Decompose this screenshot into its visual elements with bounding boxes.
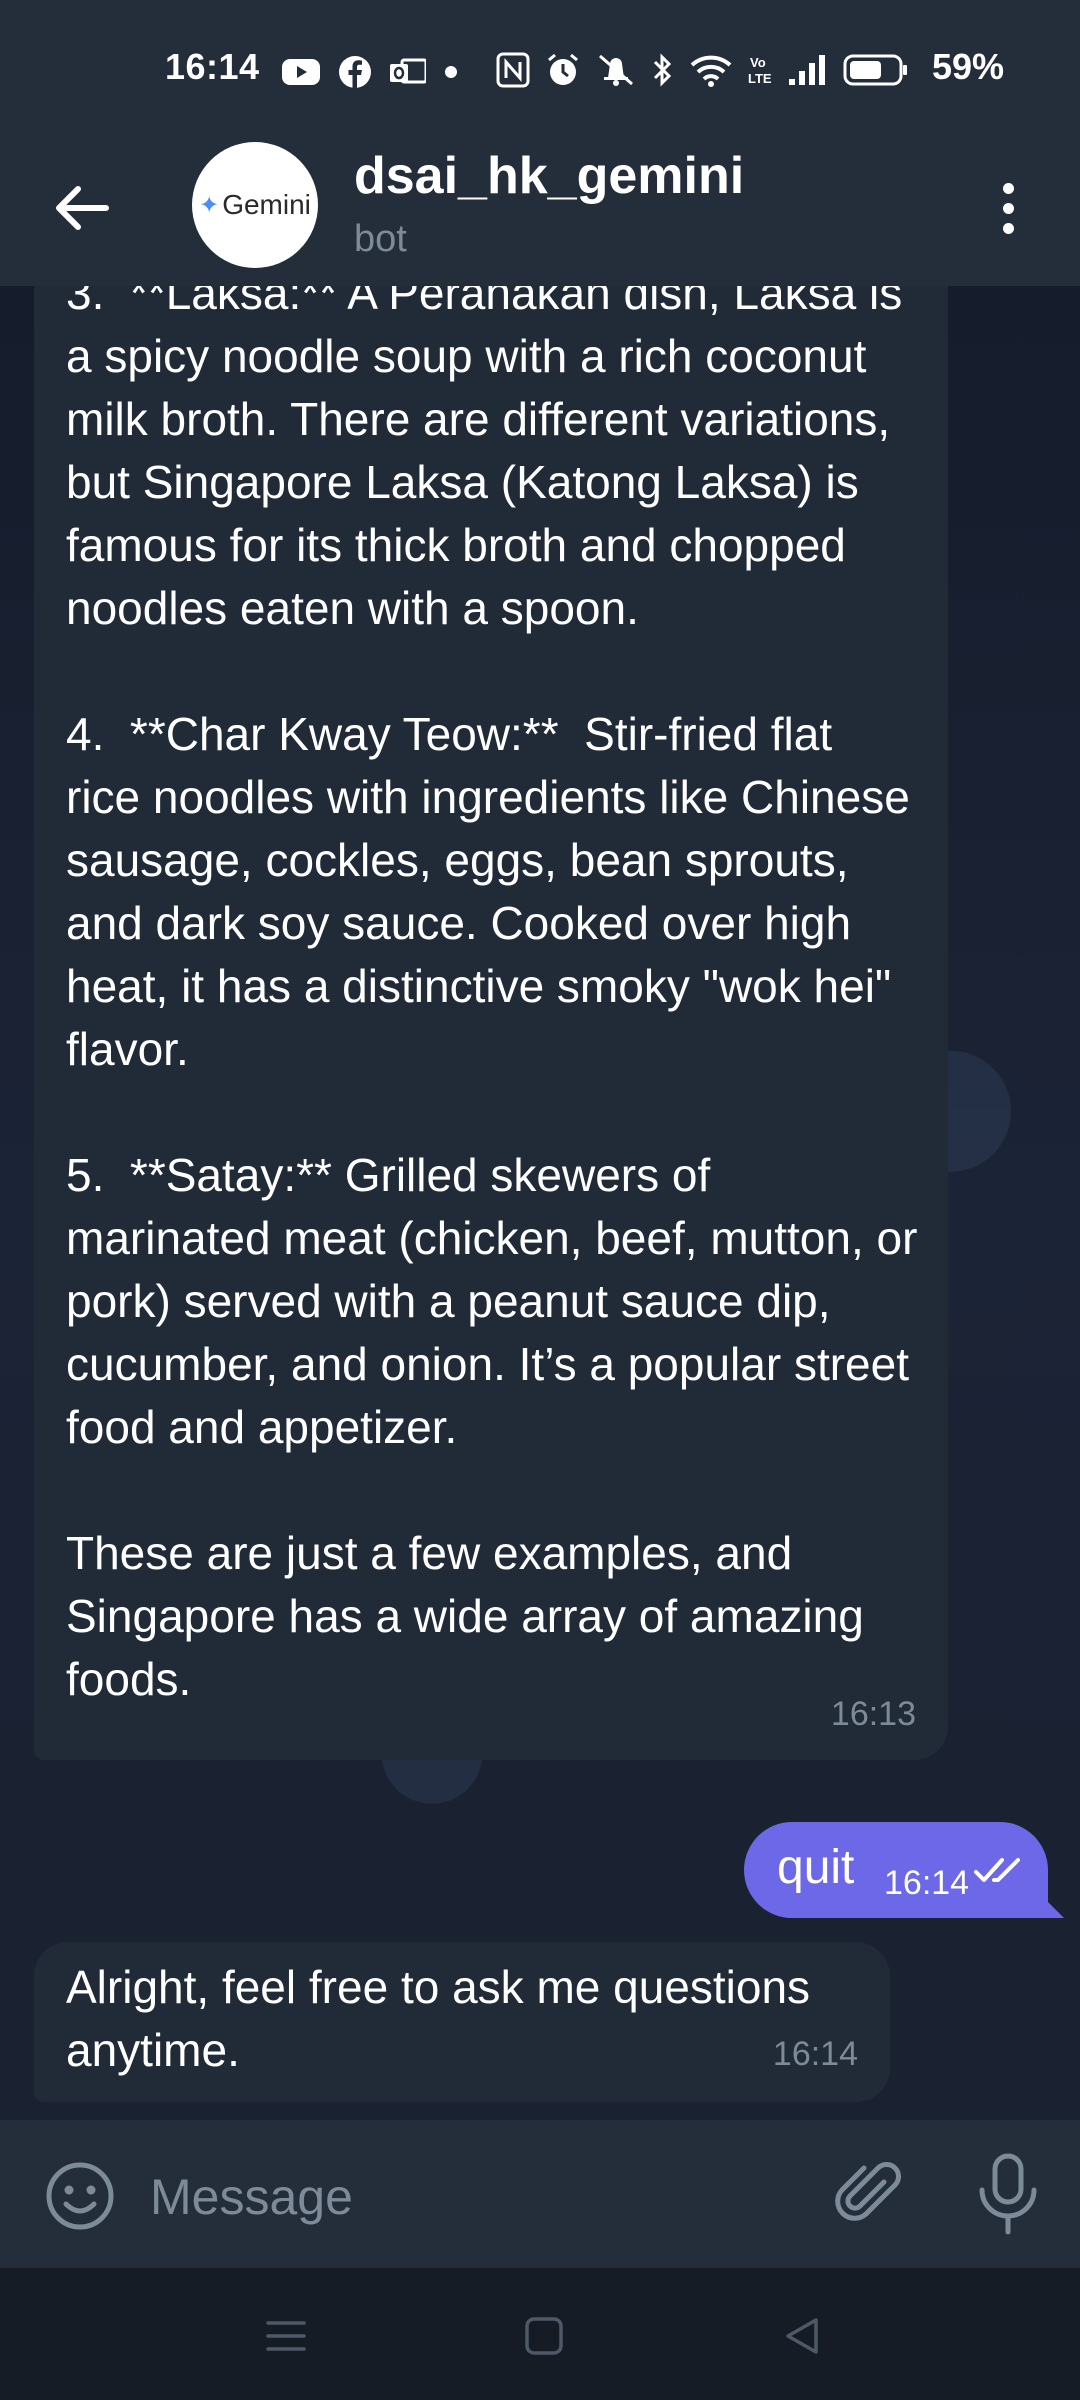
paperclip-icon xyxy=(835,2162,901,2221)
chat-header: ✦ Gemini dsai_hk_gemini bot xyxy=(0,142,1080,286)
message-time: 16:14 xyxy=(884,1864,970,1902)
square-icon xyxy=(525,2317,563,2355)
avatar[interactable]: ✦ Gemini xyxy=(192,142,318,268)
svg-text:Vo: Vo xyxy=(750,55,766,70)
signal-icon xyxy=(789,55,825,85)
system-icons: Vo LTE xyxy=(496,50,909,90)
chat-title[interactable]: dsai_hk_gemini xyxy=(354,146,744,206)
more-dot-icon xyxy=(1002,182,1014,194)
more-dot-icon xyxy=(1002,222,1014,234)
vibrate-icon xyxy=(599,54,633,86)
message-input[interactable] xyxy=(148,2156,792,2238)
navigation-bar xyxy=(0,2268,1080,2400)
battery-icon xyxy=(843,54,907,86)
double-check-icon xyxy=(974,1858,1020,1882)
alarm-icon xyxy=(548,53,578,85)
nfc-icon xyxy=(496,52,530,88)
wifi-icon xyxy=(690,55,732,87)
more-options-button[interactable] xyxy=(980,168,1036,248)
bluetooth-icon xyxy=(653,53,672,87)
microphone-button[interactable] xyxy=(970,2152,1046,2236)
message-text: quit xyxy=(777,1841,855,1894)
avatar-label: Gemini xyxy=(222,189,311,220)
message-outgoing[interactable]: quit 16:14 xyxy=(744,1822,1048,1918)
more-dot-icon xyxy=(1002,202,1014,214)
message-paragraph: These are just a few examples, and Singa… xyxy=(66,1527,877,1705)
outlook-icon xyxy=(390,58,426,84)
message-paragraph: 3. **Laksa:** A Peranakan dish, Laksa is… xyxy=(66,286,915,634)
message-time: 16:13 xyxy=(830,1695,916,1733)
gemini-star-icon: ✦ xyxy=(199,191,220,219)
attach-button[interactable] xyxy=(832,2156,908,2232)
chat-area[interactable]: 3. **Laksa:** A Peranakan dish, Laksa is… xyxy=(0,286,1080,2120)
facebook-icon xyxy=(339,56,371,88)
arrow-left-icon xyxy=(56,186,109,230)
chat-subtitle: bot xyxy=(354,218,407,260)
message-incoming[interactable]: 3. **Laksa:** A Peranakan dish, Laksa is… xyxy=(34,286,948,1760)
message-paragraph: 4. **Char Kway Teow:** Stir-fried flat r… xyxy=(66,708,923,1075)
status-bar: 16:14 Vo LTE 59% xyxy=(0,0,1080,142)
message-text: Alright, feel free to ask me questions a… xyxy=(66,1961,823,2076)
microphone-icon xyxy=(979,2153,1037,2235)
triangle-back-icon xyxy=(786,2318,818,2354)
status-time: 16:14 xyxy=(165,46,260,87)
back-button[interactable] xyxy=(46,172,118,244)
battery-percent: 59% xyxy=(932,46,1005,87)
message-composer xyxy=(0,2120,1080,2268)
dot-icon xyxy=(445,66,457,78)
notification-icons xyxy=(282,52,458,92)
svg-text:LTE: LTE xyxy=(748,71,772,86)
youtube-icon xyxy=(282,59,320,85)
recent-apps-button[interactable] xyxy=(262,2312,310,2360)
message-time: 16:14 xyxy=(772,2035,858,2073)
menu-lines-icon xyxy=(266,2321,306,2351)
volte-icon: Vo LTE xyxy=(748,55,772,86)
smiley-icon xyxy=(46,2162,114,2230)
message-tail xyxy=(1032,1886,1064,1918)
message-paragraph: 5. **Satay:** Grilled skewers of marinat… xyxy=(66,1149,931,1453)
back-nav-button[interactable] xyxy=(778,2312,826,2360)
emoji-button[interactable] xyxy=(44,2160,116,2232)
message-incoming[interactable]: Alright, feel free to ask me questions a… xyxy=(34,1942,890,2102)
home-button[interactable] xyxy=(520,2312,568,2360)
